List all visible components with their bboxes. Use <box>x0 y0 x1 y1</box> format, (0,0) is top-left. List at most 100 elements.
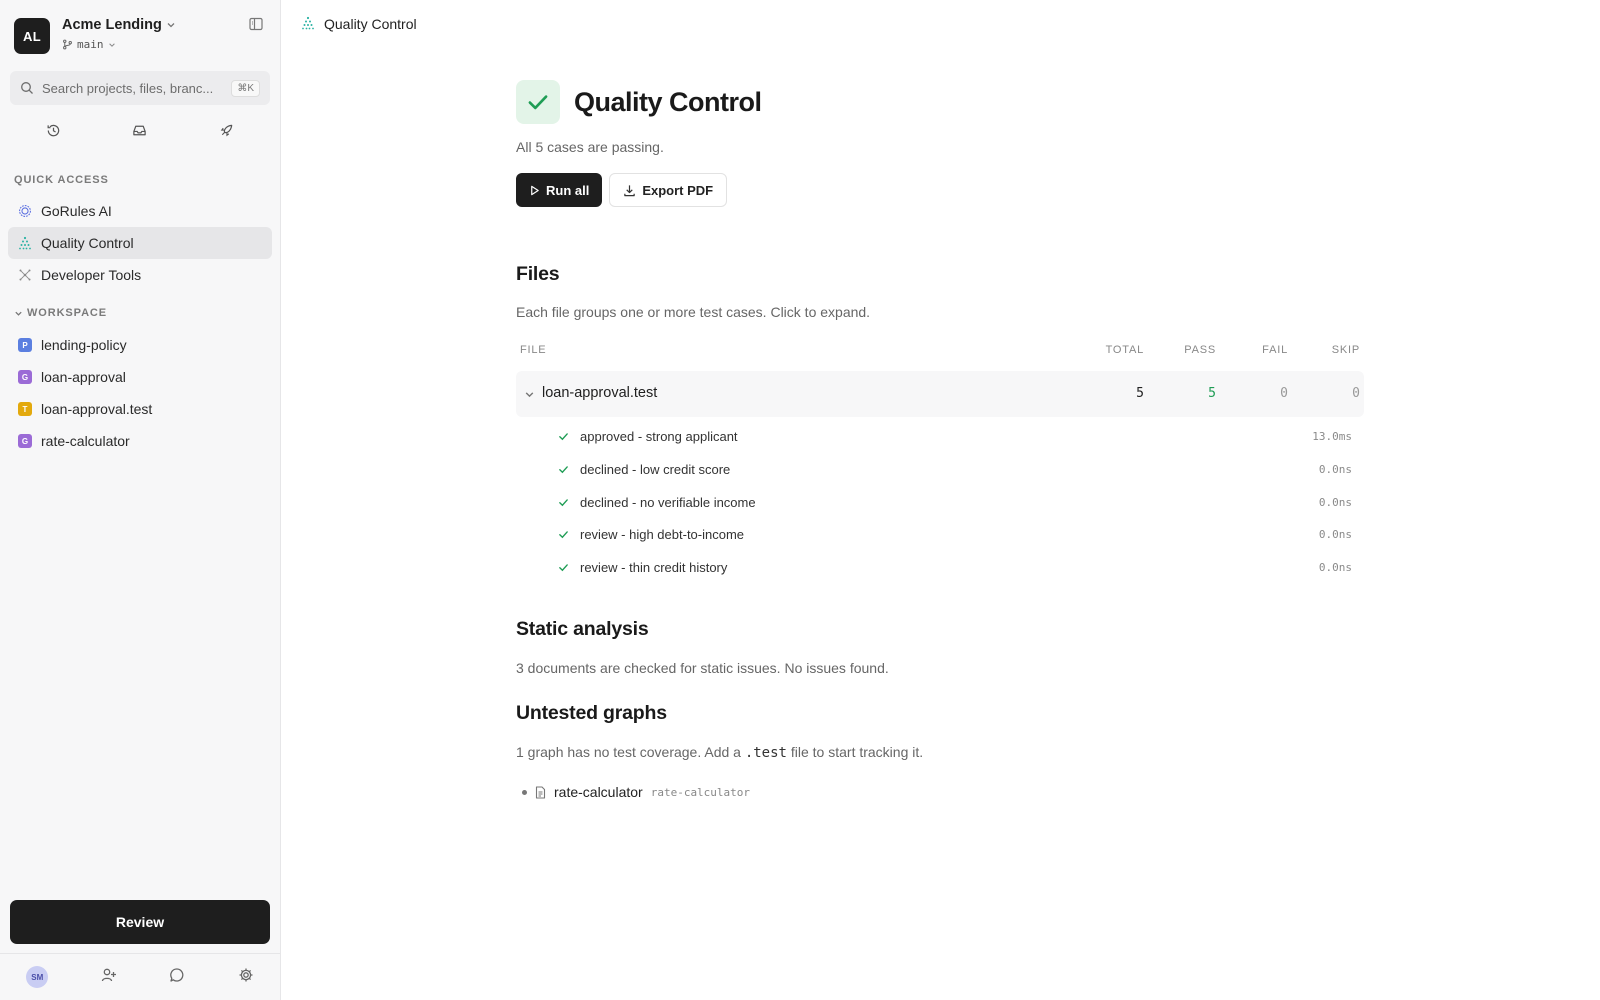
test-case-row[interactable]: approved - strong applicant 13.0ms <box>516 421 1364 453</box>
breadcrumb: Quality Control <box>281 0 1600 48</box>
column-skip: SKIP <box>1331 344 1360 356</box>
check-icon <box>559 466 568 474</box>
chevron-down-icon <box>108 42 115 47</box>
check-icon <box>559 499 568 507</box>
inbox-icon <box>133 125 147 135</box>
test-case-name: approved - strong applicant <box>580 429 738 444</box>
status-summary: All 5 cases are passing. <box>516 139 664 155</box>
history-icon <box>47 124 60 136</box>
sidebar-bottom-bar: SM <box>0 953 280 1000</box>
test-case-name: declined - no verifiable income <box>580 495 756 510</box>
test-case-row[interactable]: review - thin credit history 0.0ns <box>516 552 1364 584</box>
check-icon <box>559 433 568 441</box>
nav-item-quality-control[interactable]: Quality Control <box>8 227 272 259</box>
files-table-header: FILE TOTAL PASS FAIL SKIP <box>516 344 1364 362</box>
check-icon <box>559 531 568 539</box>
quality-tree-icon <box>301 16 315 33</box>
column-pass: PASS <box>1184 344 1216 356</box>
workspace-item-rate-calculator[interactable]: G rate-calculator <box>8 425 272 457</box>
workspace-item-loan-approval-test[interactable]: T loan-approval.test <box>8 393 272 425</box>
test-case-time: 0.0ns <box>1318 528 1352 541</box>
file-icon <box>535 785 546 799</box>
gorules-ai-icon <box>18 204 32 218</box>
files-description: Each file groups one or more test cases.… <box>516 304 871 320</box>
policy-badge-icon: P <box>18 338 32 352</box>
quick-access-label: QUICK ACCESS <box>14 174 109 186</box>
run-all-button[interactable]: Run all <box>516 173 603 207</box>
workspace-item-lending-policy[interactable]: P lending-policy <box>8 329 272 361</box>
org-name: Acme Lending <box>62 17 162 33</box>
column-total: TOTAL <box>1105 344 1144 356</box>
test-case-name: review - high debt-to-income <box>580 527 745 542</box>
file-row[interactable]: loan-approval.test 5 5 0 0 <box>516 371 1364 417</box>
graph-badge-icon: G <box>18 370 32 384</box>
breadcrumb-title: Quality Control <box>324 16 417 32</box>
file-total: 5 <box>1136 386 1144 401</box>
test-case-row[interactable]: declined - no verifiable income 0.0ns <box>516 487 1364 519</box>
untested-graph-slug: rate-calculator <box>650 785 751 799</box>
files-heading: Files <box>516 263 560 285</box>
comments-button[interactable] <box>169 967 185 988</box>
workspace-item-label: loan-approval.test <box>41 401 153 417</box>
sidebar-icon-row <box>10 121 270 147</box>
nav-item-developer-tools[interactable]: Developer Tools <box>8 259 272 291</box>
chevron-down-icon <box>15 311 22 316</box>
chevron-down-icon <box>167 23 175 28</box>
quality-tree-icon <box>18 236 32 250</box>
graph-badge-icon: G <box>18 434 32 448</box>
user-plus-icon <box>101 968 116 981</box>
deploy-button[interactable] <box>218 121 236 139</box>
file-fail: 0 <box>1280 386 1288 401</box>
file-skip: 0 <box>1352 386 1360 401</box>
workspace-label: WORKSPACE <box>27 307 108 319</box>
static-analysis-heading: Static analysis <box>516 618 649 640</box>
test-case-time: 0.0ns <box>1318 496 1352 509</box>
download-icon <box>624 184 636 196</box>
branch-name: main <box>77 38 104 51</box>
invite-user-button[interactable] <box>101 967 117 988</box>
org-avatar: AL <box>14 18 50 54</box>
nav-item-gorules-ai[interactable]: GoRules AI <box>8 195 272 227</box>
workspace-item-label: lending-policy <box>41 337 127 353</box>
rocket-icon <box>220 124 233 136</box>
settings-button[interactable] <box>238 967 254 988</box>
test-case-row[interactable]: review - high debt-to-income 0.0ns <box>516 519 1364 551</box>
test-case-name: declined - low credit score <box>580 462 731 477</box>
test-case-name: review - thin credit history <box>580 560 728 575</box>
column-fail: FAIL <box>1262 344 1288 356</box>
workspace-section-toggle[interactable]: WORKSPACE <box>14 307 107 319</box>
export-pdf-button[interactable]: Export PDF <box>609 173 728 207</box>
test-case-time: 13.0ms <box>1312 430 1352 443</box>
test-badge-icon: T <box>18 402 32 416</box>
org-switcher[interactable]: AL Acme Lending main <box>14 17 176 54</box>
page-title: Quality Control <box>574 86 762 117</box>
history-button[interactable] <box>44 121 62 139</box>
nav-item-label: Developer Tools <box>41 267 142 283</box>
sidebar-panel-icon <box>249 17 263 31</box>
collapse-sidebar-button[interactable] <box>248 16 266 34</box>
workspace-item-loan-approval[interactable]: G loan-approval <box>8 361 272 393</box>
test-case-time: 0.0ns <box>1318 561 1352 574</box>
search-placeholder: Search projects, files, branc... <box>42 80 214 96</box>
search-shortcut: ⌘K <box>231 79 260 97</box>
inbox-button[interactable] <box>131 121 149 139</box>
branch-selector[interactable]: main <box>62 38 176 51</box>
message-circle-icon <box>170 967 184 982</box>
nav-item-label: Quality Control <box>41 235 134 251</box>
untested-graphs-description: 1 graph has no test coverage. Add a .tes… <box>516 744 924 761</box>
workspace-item-label: loan-approval <box>41 369 126 385</box>
git-branch-icon <box>63 39 72 50</box>
chevron-down-icon <box>525 392 534 398</box>
list-bullet <box>522 789 527 795</box>
untested-graph-item[interactable]: rate-calculator rate-calculator <box>522 784 750 800</box>
review-button[interactable]: Review <box>10 900 270 944</box>
file-pass: 5 <box>1208 386 1216 401</box>
run-all-label: Run all <box>546 182 590 198</box>
search-input[interactable]: Search projects, files, branc... ⌘K <box>10 71 270 105</box>
sidebar: AL Acme Lending main Search projects, fi… <box>0 0 281 1000</box>
test-case-row[interactable]: declined - low credit score 0.0ns <box>516 454 1364 486</box>
developer-tools-icon <box>18 268 32 282</box>
workspace-item-label: rate-calculator <box>41 433 130 449</box>
user-avatar[interactable]: SM <box>26 966 49 988</box>
untested-graph-name: rate-calculator <box>554 784 643 800</box>
